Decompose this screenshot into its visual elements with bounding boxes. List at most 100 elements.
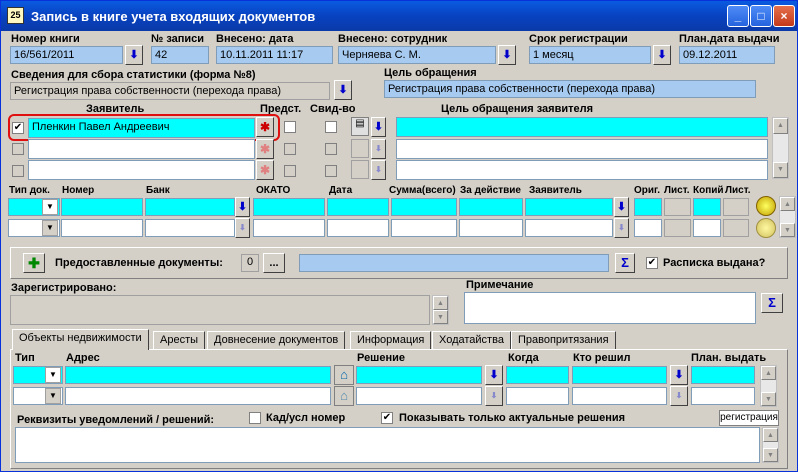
decision-dropdown[interactable]: ⬇	[485, 386, 503, 406]
chevron-down-icon[interactable]: ▼	[45, 388, 61, 404]
applicant-row-checkbox[interactable]	[12, 165, 24, 177]
tab-information[interactable]: Информация	[350, 331, 432, 350]
amount-field[interactable]	[391, 198, 457, 216]
scroll-up-arrow[interactable]: ▲	[433, 296, 448, 310]
chevron-down-icon[interactable]: ▼	[42, 199, 58, 215]
record-no-field[interactable]: 42	[151, 46, 209, 64]
employee-dropdown-button[interactable]: ⬇	[498, 45, 516, 65]
stats-dropdown-button[interactable]: ⬇	[334, 80, 352, 100]
maximize-button[interactable]: □	[750, 5, 772, 27]
applicant-person-button[interactable]: ✱	[256, 117, 274, 137]
notices-field[interactable]	[15, 427, 760, 463]
payer-dropdown[interactable]: ⬇	[614, 218, 629, 238]
receipt-checkbox[interactable]: ✔	[646, 257, 658, 269]
sheets-field[interactable]	[664, 198, 691, 216]
bank-dropdown[interactable]: ⬇	[235, 197, 250, 217]
chevron-down-icon[interactable]: ▼	[45, 367, 61, 383]
who-dropdown[interactable]: ⬇	[670, 386, 688, 406]
minimize-button[interactable]: _	[727, 5, 749, 27]
repr-checkbox[interactable]	[284, 165, 296, 177]
scroll-down-arrow[interactable]: ▼	[433, 310, 448, 324]
date-field[interactable]: 10.11.2011 11:17	[216, 46, 333, 64]
decision-field[interactable]	[356, 366, 482, 384]
for-action-field[interactable]	[459, 219, 523, 237]
scroll-down-arrow[interactable]: ▼	[780, 223, 795, 237]
applicant-purpose-field[interactable]	[396, 117, 768, 137]
for-action-field[interactable]	[459, 198, 523, 216]
note-field[interactable]	[464, 292, 756, 324]
plan-issue-field[interactable]	[691, 366, 755, 384]
copies-field[interactable]	[693, 219, 721, 237]
registration-button[interactable]: регистрация	[719, 410, 779, 426]
scroll-up-arrow[interactable]: ▲	[761, 366, 776, 380]
cert-checkbox[interactable]	[325, 143, 337, 155]
applicant-purpose-dropdown[interactable]: ⬇	[371, 139, 386, 159]
actual-decisions-checkbox[interactable]: ✔	[381, 412, 393, 424]
okato-field[interactable]	[253, 198, 325, 216]
who-field[interactable]	[572, 366, 667, 384]
decision-field[interactable]	[356, 387, 482, 405]
documents-sum-button[interactable]: Σ	[615, 253, 635, 273]
stats-field[interactable]: Регистрация права собственности (переход…	[10, 82, 330, 100]
bank-field[interactable]	[145, 219, 235, 237]
plan-date-field[interactable]: 09.12.2011	[679, 46, 775, 64]
object-address-field[interactable]	[65, 387, 331, 405]
documents-list-field[interactable]	[299, 254, 609, 272]
applicant-person-button[interactable]: ✱	[256, 139, 274, 159]
scroll-up-arrow[interactable]: ▲	[773, 118, 788, 134]
copy-sheets-field[interactable]	[723, 219, 749, 237]
bank-field[interactable]	[145, 198, 235, 216]
amount-field[interactable]	[391, 219, 457, 237]
notices-scrollbar[interactable]: ▲ ▼	[762, 427, 779, 463]
payer-field[interactable]	[525, 219, 613, 237]
bank-dropdown[interactable]: ⬇	[235, 218, 250, 238]
orig-field[interactable]	[634, 198, 662, 216]
add-document-button[interactable]: ✚	[23, 253, 45, 273]
note-sum-button[interactable]: Σ	[761, 293, 783, 313]
house-icon[interactable]: ⌂	[334, 365, 354, 385]
coin-icon[interactable]	[756, 218, 776, 238]
payment-date-field[interactable]	[327, 198, 389, 216]
copy-sheets-field[interactable]	[723, 198, 749, 216]
scroll-down-arrow[interactable]: ▼	[763, 448, 778, 462]
okato-field[interactable]	[253, 219, 325, 237]
document-icon[interactable]: ▤	[351, 117, 369, 136]
payer-field[interactable]	[525, 198, 613, 216]
tab-petitions[interactable]: Ходатайства	[432, 331, 511, 350]
repr-checkbox[interactable]	[284, 121, 296, 133]
payment-number-field[interactable]	[61, 219, 143, 237]
tab-arrests[interactable]: Аресты	[153, 331, 206, 350]
employee-field[interactable]: Черняева С. М.	[338, 46, 496, 64]
scroll-up-arrow[interactable]: ▲	[780, 197, 795, 211]
when-field[interactable]	[506, 366, 569, 384]
book-number-field[interactable]: 16/561/2011	[10, 46, 123, 64]
applicant-purpose-dropdown[interactable]: ⬇	[371, 117, 386, 137]
when-field[interactable]	[506, 387, 569, 405]
objects-scrollbar[interactable]: ▲ ▼	[760, 365, 777, 407]
cad-number-checkbox[interactable]	[249, 412, 261, 424]
applicants-scrollbar[interactable]: ▲ ▼	[772, 117, 789, 179]
house-icon[interactable]: ⌂	[334, 386, 354, 406]
scroll-up-arrow[interactable]: ▲	[763, 428, 778, 442]
purpose-field[interactable]: Регистрация права собственности (переход…	[384, 80, 756, 98]
scroll-down-arrow[interactable]: ▼	[773, 162, 788, 178]
who-field[interactable]	[572, 387, 667, 405]
copies-field[interactable]	[693, 198, 721, 216]
repr-checkbox[interactable]	[284, 143, 296, 155]
tab-additional-docs[interactable]: Довнесение документов	[207, 331, 346, 350]
orig-field[interactable]	[634, 219, 662, 237]
close-button[interactable]: ×	[773, 5, 795, 27]
term-dropdown-button[interactable]: ⬇	[653, 45, 671, 65]
applicant-purpose-field[interactable]	[396, 160, 768, 180]
browse-documents-button[interactable]: ...	[263, 253, 285, 273]
tab-claims[interactable]: Правопритязания	[511, 331, 616, 350]
tab-real-estate[interactable]: Объекты недвижимости	[12, 329, 149, 350]
applicant-name-field[interactable]	[28, 160, 255, 180]
decision-dropdown[interactable]: ⬇	[485, 365, 503, 385]
applicant-row-checkbox[interactable]	[12, 143, 24, 155]
plan-issue-field[interactable]	[691, 387, 755, 405]
payer-dropdown[interactable]: ⬇	[614, 197, 629, 217]
applicant-name-field[interactable]	[28, 139, 255, 159]
cert-checkbox[interactable]	[325, 121, 337, 133]
who-dropdown[interactable]: ⬇	[670, 365, 688, 385]
